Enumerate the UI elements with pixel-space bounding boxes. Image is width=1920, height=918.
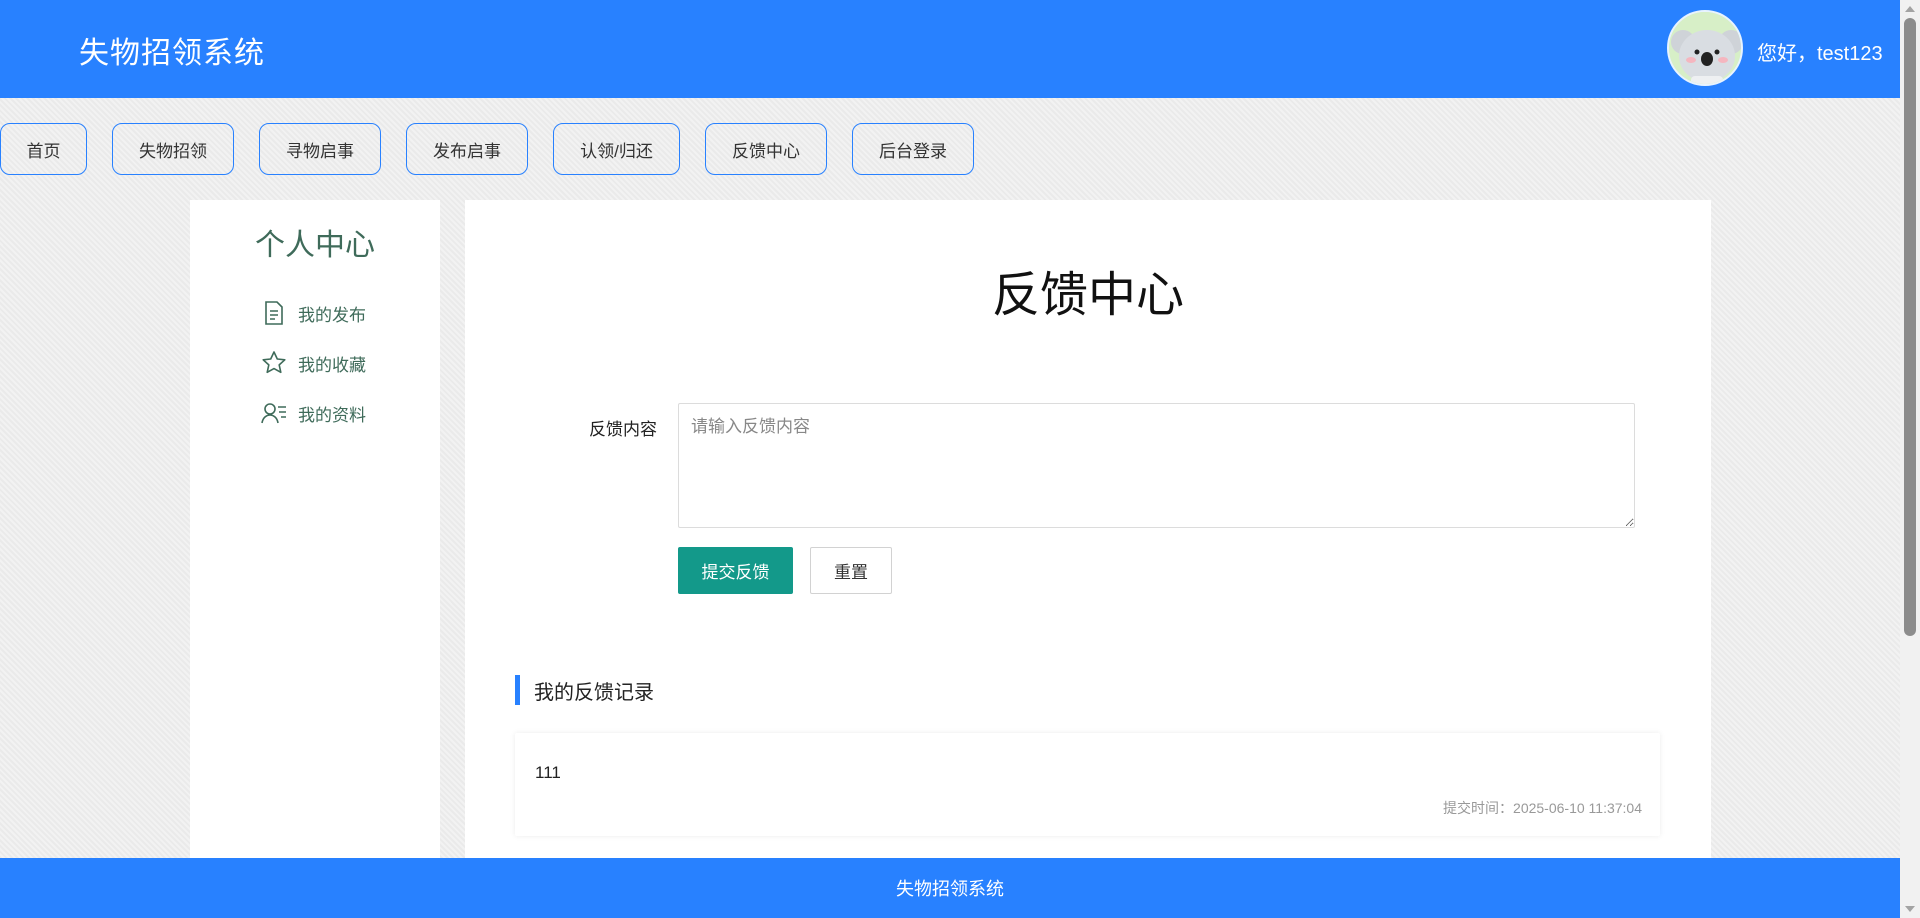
feedback-content-label: 反馈内容 [589,420,657,439]
submit-feedback-button[interactable]: 提交反馈 [678,547,793,594]
nav-claim-return[interactable]: 认领/归还 [553,123,680,175]
sidebar-item-my-posts[interactable]: 我的发布 [260,298,366,328]
nav-publish-notice[interactable]: 发布启事 [406,123,528,175]
sidebar-item-my-profile[interactable]: 我的资料 [260,398,366,428]
reset-button[interactable]: 重置 [810,547,892,594]
feedback-record-content: 111 [535,763,561,782]
page-title: 反馈中心 [991,269,1184,322]
user-greeting: 您好，test123 [1757,43,1883,65]
feedback-panel: 反馈中心 反馈内容 提交反馈 重置 我的反馈记录 111 提交时间：2025-0… [465,200,1711,860]
document-icon [265,301,283,325]
feedback-content-textarea[interactable] [678,403,1635,528]
scroll-up-arrow-icon[interactable] [1905,6,1915,12]
sidebar-title: 个人中心 [255,229,375,262]
vertical-scrollbar[interactable] [1900,0,1920,918]
sidebar-item-label: 我的发布 [298,305,366,325]
scrollbar-thumb[interactable] [1904,18,1916,636]
top-header: 失物招领系统 您好，test123 [0,0,1900,98]
sidebar-item-label: 我的收藏 [298,355,366,375]
nav-admin-login[interactable]: 后台登录 [852,123,974,175]
footer-text: 失物招领系统 [896,879,1004,899]
nav-feedback-center[interactable]: 反馈中心 [705,123,827,175]
footer: 失物招领系统 [0,858,1900,918]
star-icon [262,351,286,374]
feedback-records-heading: 我的反馈记录 [515,675,654,705]
sidebar-item-my-favorites[interactable]: 我的收藏 [260,348,366,378]
nav-lost-found[interactable]: 失物招领 [112,123,234,175]
feedback-record-card: 111 提交时间：2025-06-10 11:37:04 [515,733,1660,836]
nav-home[interactable]: 首页 [0,123,87,175]
personal-center-sidebar: 个人中心 我的发布 我的收藏 我的资料 [190,200,440,860]
scroll-down-arrow-icon[interactable] [1905,906,1915,912]
sidebar-item-label: 我的资料 [298,405,366,425]
app-title: 失物招领系统 [79,37,265,70]
user-card-icon [261,403,286,424]
avatar[interactable] [1667,10,1743,86]
feedback-record-time: 提交时间：2025-06-10 11:37:04 [1443,800,1642,816]
nav-search-notice[interactable]: 寻物启事 [259,123,381,175]
koala-avatar-icon [1669,12,1741,84]
